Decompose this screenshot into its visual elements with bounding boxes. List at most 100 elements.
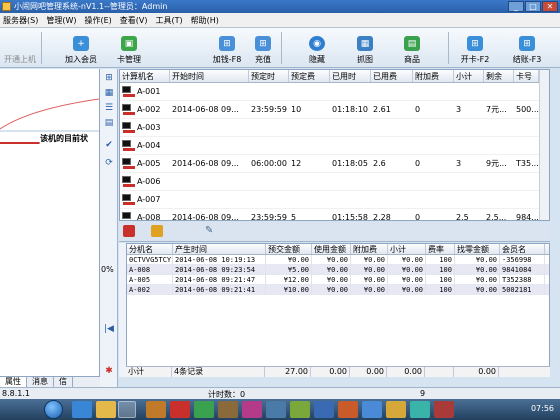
task-icon[interactable] (242, 401, 262, 418)
record-time-cell: 2014-06-08 10:19:13 (173, 254, 266, 265)
col-header[interactable]: 剩余 (484, 70, 514, 82)
col-header[interactable]: 找零金额 (455, 244, 500, 254)
capture-button[interactable]: ▦ 抓图 (353, 31, 377, 65)
menu-operate[interactable]: 操作(E) (84, 15, 111, 26)
minimize-button[interactable]: _ (508, 1, 524, 12)
record-sub-cell: ¥0.00 (388, 254, 426, 265)
machine-remain-cell: 7元... (486, 105, 507, 114)
maximize-button[interactable]: □ (525, 1, 541, 12)
vertical-scrollbar[interactable] (539, 70, 549, 220)
record-time-cell: 2014-06-08 09:21:47 (173, 274, 266, 285)
close-button[interactable]: ✕ (542, 1, 558, 12)
list-view-icon[interactable]: ☰ (102, 102, 116, 114)
record-row[interactable]: A-002 2014-06-08 09:21:41 ¥10.00 ¥0.00 ¥0.00… (127, 284, 549, 295)
col-header[interactable]: 预交金额 (266, 244, 312, 254)
col-header[interactable]: 附加费 (413, 70, 454, 82)
col-header[interactable]: 计算机名 (120, 70, 170, 82)
check-icon[interactable]: ✔ (102, 139, 116, 151)
machine-row[interactable]: A-004 (120, 137, 549, 155)
settings-icon[interactable]: ✱ (102, 365, 116, 377)
ie-icon[interactable] (72, 401, 92, 418)
refresh-icon[interactable]: ⟳ (102, 157, 116, 169)
col-header[interactable]: 会员名 (500, 244, 545, 254)
menu-manage[interactable]: 管理(W) (46, 15, 76, 26)
machine-row[interactable]: A-005 2014-06-08 09... 06:00:00 12 01:18:05 2… (120, 155, 549, 173)
explorer-icon[interactable] (96, 401, 116, 418)
task-icon[interactable] (314, 401, 334, 418)
task-icon[interactable] (194, 401, 214, 418)
record-row[interactable]: A-008 2014-06-08 09:23:54 ¥5.00 ¥0.00 ¥0.00 ¥… (127, 264, 549, 275)
tab-info[interactable]: 信 (54, 377, 73, 387)
machine-remain-cell: 9元... (486, 159, 507, 168)
status-bar: 8.8.1.1 计时数：0 9 (0, 387, 560, 399)
hide-button[interactable]: ◉ 隐藏 (305, 31, 329, 65)
export-icon[interactable] (123, 225, 135, 237)
computer-icon (122, 122, 135, 133)
machine-row[interactable]: A-003 (120, 119, 549, 137)
col-header[interactable]: 费率 (426, 244, 455, 254)
open-card-button[interactable]: ⊞ 开卡-F2 (458, 31, 492, 65)
tab-messages[interactable]: 消息 (27, 377, 54, 387)
machine-row[interactable]: A-008 2014-06-08 09... 23:59:59 5 01:15:58 2.… (120, 209, 549, 221)
recharge-label: 充值 (255, 55, 271, 64)
records-table-header: 分机名 产生时间 预交金额 使用金额 附加费 小计 费率 找零金额 会员名 (127, 244, 549, 255)
card-manage-button[interactable]: ▣ 卡管理 (112, 31, 146, 65)
machine-card-cell: T35... (516, 159, 539, 168)
app-task-icon[interactable] (118, 401, 136, 418)
record-time-cell: 2014-06-08 09:21:41 (173, 284, 266, 295)
machine-row[interactable]: A-006 (120, 173, 549, 191)
record-row[interactable]: A-005 2014-06-08 09:21:47 ¥12.00 ¥0.00 ¥0.00… (127, 274, 549, 285)
col-header[interactable]: 卡号 (514, 70, 539, 82)
menu-tools[interactable]: 工具(T) (156, 15, 183, 26)
task-icon[interactable] (170, 401, 190, 418)
col-header[interactable]: 使用金额 (312, 244, 351, 254)
task-icon[interactable] (386, 401, 406, 418)
record-row[interactable]: 0CTVVG5TCY 2014-06-08 10:19:13 ¥0.00 ¥0.00 ¥… (127, 254, 549, 265)
task-icon[interactable] (290, 401, 310, 418)
col-header[interactable]: 已用时 (330, 70, 371, 82)
task-icon[interactable] (410, 401, 430, 418)
col-header[interactable]: 小计 (388, 244, 426, 254)
machine-row[interactable]: A-002 2014-06-08 09... 23:59:59 10 01:18:10 2… (120, 101, 549, 119)
wrench-icon[interactable]: ✎ (205, 225, 217, 237)
menu-server[interactable]: 服务器(S) (3, 15, 38, 26)
col-header[interactable]: 已用费 (371, 70, 413, 82)
col-header[interactable]: 小计 (454, 70, 484, 82)
task-icon[interactable] (146, 401, 166, 418)
goods-button[interactable]: ▤ 商品 (400, 31, 424, 65)
col-header[interactable]: 附加费 (351, 244, 388, 254)
record-member-cell: 5002181 (500, 284, 545, 295)
menu-help[interactable]: 帮助(H) (191, 15, 219, 26)
machine-used-cell: 01:15:58 (332, 213, 368, 221)
task-icon[interactable] (362, 401, 382, 418)
machine-fee-cell: 5 (291, 213, 297, 221)
start-machine-button[interactable]: 开通上机 (2, 31, 38, 65)
machine-name: A-008 (137, 213, 161, 221)
task-icon[interactable] (266, 401, 286, 418)
machine-row[interactable]: A-007 (120, 191, 549, 209)
col-header[interactable]: 开始时间 (170, 70, 249, 82)
record-prepay-cell: ¥12.00 (266, 274, 312, 285)
large-icons-icon[interactable]: ⊞ (102, 72, 116, 84)
details-view-icon[interactable]: ▤ (102, 117, 116, 129)
col-header[interactable]: 预定时 (249, 70, 289, 82)
record-prepay-cell: ¥5.00 (266, 264, 312, 275)
col-header[interactable]: 产生时间 (173, 244, 266, 254)
checkout-button[interactable]: ⊞ 结账-F3 (508, 31, 546, 65)
machine-row[interactable]: A-001 (120, 83, 549, 101)
computer-icon (122, 194, 135, 205)
col-header[interactable]: 分机名 (127, 244, 173, 254)
start-button[interactable] (44, 400, 63, 419)
recharge-button[interactable]: ⊞ 充值 (252, 31, 274, 65)
collapse-left-icon[interactable]: |◀ (102, 323, 116, 335)
task-icon[interactable] (218, 401, 238, 418)
add-member-button[interactable]: + 加入会员 (62, 31, 100, 65)
print-icon[interactable] (151, 225, 163, 237)
small-icons-icon[interactable]: ▦ (102, 87, 116, 99)
col-header[interactable]: 预定费 (289, 70, 330, 82)
task-icon[interactable] (338, 401, 358, 418)
tab-properties[interactable]: 属性 (0, 377, 27, 387)
task-icon[interactable] (434, 401, 454, 418)
add-time-button[interactable]: ⊞ 加钱-F8 (210, 31, 244, 65)
menu-view[interactable]: 查看(V) (120, 15, 148, 26)
